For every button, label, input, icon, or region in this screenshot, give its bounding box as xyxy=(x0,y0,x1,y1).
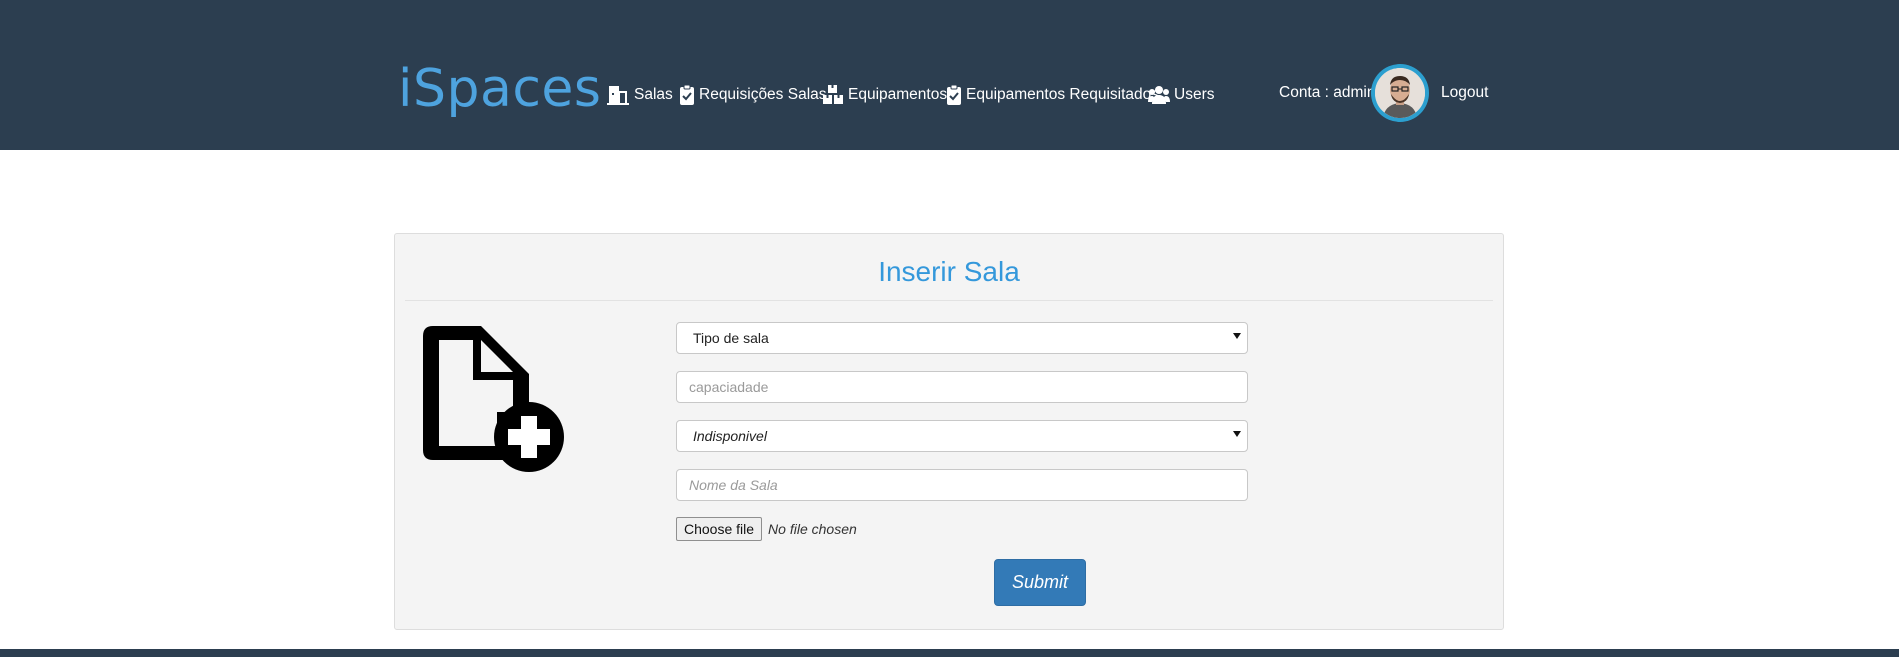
users-icon xyxy=(1148,86,1170,104)
nav-label: Equipamentos xyxy=(848,86,948,103)
avatar-photo xyxy=(1375,68,1425,118)
footer-bar xyxy=(0,649,1899,657)
nav-item-salas[interactable]: Salas xyxy=(606,82,673,108)
file-status: No file chosen xyxy=(768,521,857,537)
building-door-icon xyxy=(607,86,629,105)
clipboard-check-icon xyxy=(947,84,961,105)
boxes-icon xyxy=(823,85,843,104)
room-name-input[interactable] xyxy=(676,469,1248,501)
nav-label: Equipamentos Requisitados xyxy=(966,86,1160,103)
nav-label: Requisições Salas xyxy=(699,86,827,103)
capacity-input[interactable] xyxy=(676,371,1248,403)
chevron-down-icon xyxy=(1233,431,1241,437)
avatar[interactable] xyxy=(1371,64,1429,122)
brand-logo[interactable]: iSpaces xyxy=(398,58,602,120)
availability-value: Indisponivel xyxy=(693,428,767,444)
divider xyxy=(405,300,1493,301)
room-type-select[interactable]: Tipo de sala xyxy=(676,322,1248,354)
nav-item-equipamentos-requisitados[interactable]: Equipamentos Requisitados xyxy=(946,82,1159,108)
insert-room-panel: Inserir Sala Tipo de sala Indisponivel C… xyxy=(394,233,1504,630)
availability-select[interactable]: Indisponivel xyxy=(676,420,1248,452)
logout-link[interactable]: Logout xyxy=(1441,84,1488,102)
submit-button[interactable]: Submit xyxy=(994,559,1086,606)
file-upload: Choose file No file chosen xyxy=(676,517,857,541)
file-add-icon xyxy=(423,326,564,472)
nav-label: Users xyxy=(1174,86,1215,103)
choose-file-button[interactable]: Choose file xyxy=(676,517,763,541)
room-type-value: Tipo de sala xyxy=(693,330,769,346)
chevron-down-icon xyxy=(1233,333,1241,339)
nav-item-users[interactable]: Users xyxy=(1148,82,1214,108)
account-label: Conta : admin xyxy=(1279,84,1376,101)
nav-item-requisicoes-salas[interactable]: Requisições Salas xyxy=(679,82,827,108)
nav-item-equipamentos[interactable]: Equipamentos xyxy=(822,82,947,108)
top-navbar: iSpaces Salas Requisições Salas Equipame… xyxy=(0,0,1899,150)
nav-label: Salas xyxy=(634,86,673,103)
clipboard-check-icon xyxy=(680,84,694,105)
page-title: Inserir Sala xyxy=(878,256,1020,287)
